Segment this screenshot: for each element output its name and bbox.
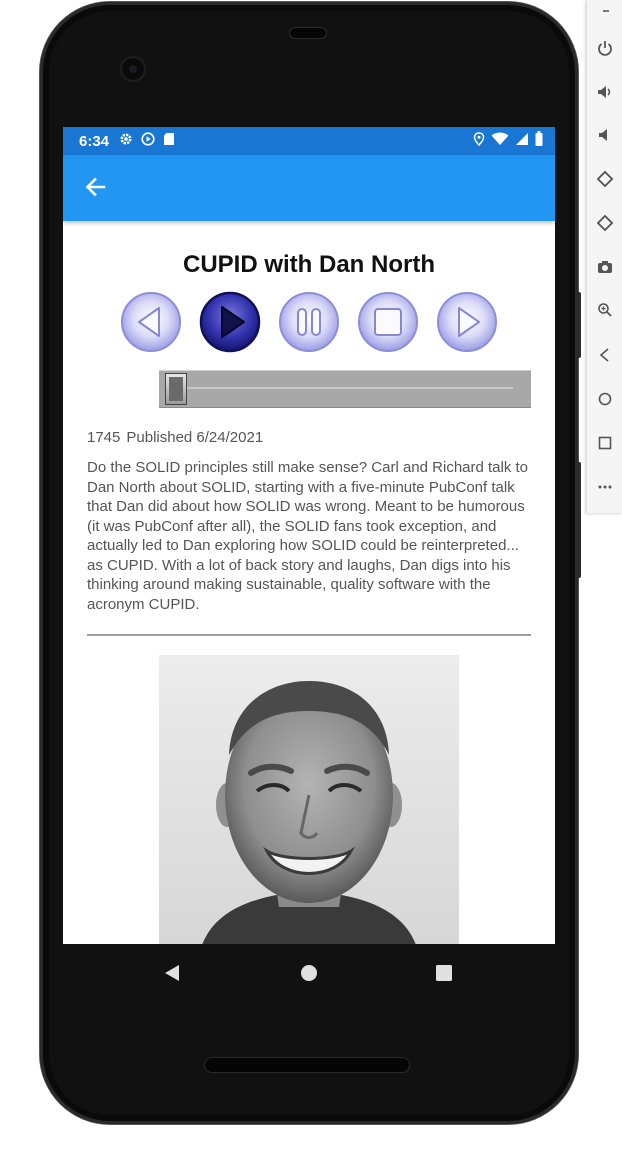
seek-track bbox=[181, 387, 513, 389]
seek-bar[interactable] bbox=[159, 370, 531, 408]
location-icon bbox=[473, 131, 485, 151]
volume-up-icon[interactable] bbox=[587, 80, 622, 104]
stop-button[interactable] bbox=[357, 291, 419, 353]
more-icon[interactable] bbox=[587, 475, 622, 499]
pause-button[interactable] bbox=[278, 291, 340, 353]
divider bbox=[87, 634, 531, 636]
bottom-speaker bbox=[205, 1058, 409, 1072]
nav-home-button[interactable] bbox=[296, 960, 322, 986]
episode-number: 1745 bbox=[87, 429, 121, 446]
play-circle-icon bbox=[141, 131, 155, 151]
episode-meta: 1745 Published 6/24/2021 bbox=[87, 429, 263, 446]
pause-icon bbox=[279, 292, 339, 352]
emu-home-icon[interactable] bbox=[587, 387, 622, 411]
sd-card-icon bbox=[163, 132, 175, 151]
rotate-right-icon[interactable] bbox=[587, 211, 622, 235]
nav-back-button[interactable] bbox=[159, 960, 185, 986]
player-controls bbox=[120, 291, 500, 357]
power-icon[interactable] bbox=[587, 36, 622, 60]
app-bar bbox=[63, 155, 555, 221]
earpiece-speaker bbox=[290, 28, 326, 38]
emu-overview-icon[interactable] bbox=[587, 431, 622, 455]
arrow-back-icon bbox=[84, 176, 106, 203]
power-button bbox=[575, 292, 581, 358]
fast-forward-button[interactable] bbox=[436, 291, 498, 353]
screen: 6:34 CUPID with Dan North 1745 Published… bbox=[63, 127, 555, 944]
nav-recents-button[interactable] bbox=[431, 960, 457, 986]
nav-recents-icon bbox=[436, 965, 452, 981]
nav-home-icon bbox=[301, 965, 317, 981]
battery-icon bbox=[535, 131, 543, 151]
fast-forward-icon bbox=[437, 292, 497, 352]
volume-button bbox=[575, 462, 581, 578]
volume-down-icon[interactable] bbox=[587, 123, 622, 147]
emu-back-icon[interactable] bbox=[587, 343, 622, 367]
episode-title: CUPID with Dan North bbox=[183, 251, 435, 278]
minimize-icon[interactable] bbox=[603, 10, 609, 12]
nav-back-icon bbox=[165, 965, 179, 981]
play-button[interactable] bbox=[199, 291, 261, 353]
rewind-icon bbox=[121, 292, 181, 352]
zoom-icon[interactable] bbox=[587, 298, 622, 322]
rewind-button[interactable] bbox=[120, 291, 182, 353]
camera-icon[interactable] bbox=[587, 255, 622, 279]
back-button[interactable] bbox=[77, 171, 113, 207]
wifi-icon bbox=[491, 132, 509, 151]
play-icon bbox=[199, 291, 261, 353]
episode-description: Do the SOLID principles still make sense… bbox=[87, 459, 529, 613]
status-bar: 6:34 bbox=[63, 127, 555, 155]
emulator-toolbar bbox=[586, 0, 622, 513]
system-nav-bar bbox=[63, 944, 555, 1000]
rotate-left-icon[interactable] bbox=[587, 167, 622, 191]
front-camera bbox=[122, 58, 144, 80]
signal-icon bbox=[515, 132, 529, 151]
published-date: Published 6/24/2021 bbox=[126, 429, 264, 446]
settings-icon bbox=[119, 132, 133, 151]
status-time: 6:34 bbox=[79, 132, 110, 150]
seek-thumb[interactable] bbox=[165, 373, 187, 405]
guest-photo bbox=[159, 655, 459, 944]
stop-icon bbox=[358, 292, 418, 352]
